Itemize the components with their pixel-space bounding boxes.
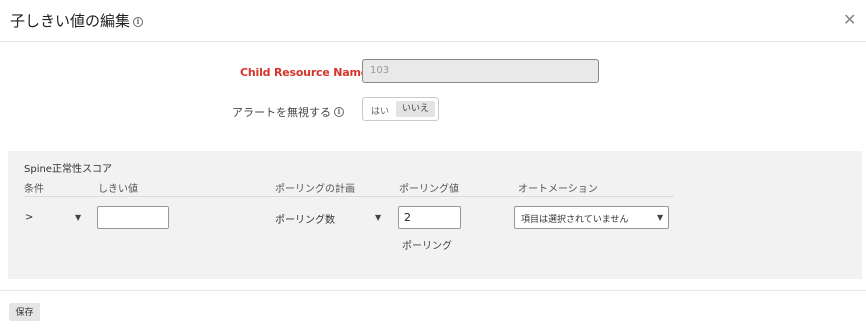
column-header-polling-plan: ポーリングの計画: [275, 184, 355, 195]
child-resource-input: 103: [362, 59, 599, 83]
save-button[interactable]: 保存: [9, 303, 40, 321]
polling-unit-label: ポーリング: [402, 241, 452, 252]
header-divider: [24, 196, 674, 197]
health-score-panel: Spine正常性スコア 条件 しきい値 ポーリングの計画 ポーリング値 オートメ…: [8, 151, 862, 279]
toggle-no-option[interactable]: いいえ: [396, 101, 435, 117]
chevron-down-icon[interactable]: ▼: [75, 213, 81, 222]
polling-plan-select[interactable]: ポーリング数: [275, 211, 335, 226]
ignore-alert-label: アラートを無視する i: [232, 104, 344, 120]
ignore-alert-label-text: アラートを無視する: [232, 106, 331, 119]
dialog-header: 子しきい値の編集 i ✕: [0, 0, 866, 42]
automation-select-value: 項目は選択されていません: [521, 215, 629, 225]
info-icon[interactable]: i: [334, 107, 344, 117]
close-icon[interactable]: ✕: [843, 10, 856, 29]
polling-value-input[interactable]: 2: [398, 206, 461, 229]
chevron-down-icon[interactable]: ▼: [657, 213, 663, 222]
column-header-condition: 条件: [24, 184, 44, 195]
info-icon[interactable]: i: [133, 17, 144, 27]
column-header-automation: オートメーション: [518, 184, 598, 195]
footer-divider: [0, 290, 866, 291]
column-header-threshold: しきい値: [98, 184, 138, 195]
toggle-yes-option[interactable]: はい: [371, 104, 389, 117]
dialog-title-text: 子しきい値の編集: [10, 12, 131, 30]
child-resource-label: Child Resource Name: [240, 66, 369, 79]
ignore-alert-toggle[interactable]: はい いいえ: [362, 97, 439, 121]
threshold-input[interactable]: [97, 206, 169, 229]
automation-select[interactable]: 項目は選択されていません ▼: [514, 206, 669, 229]
condition-select[interactable]: >: [25, 212, 33, 223]
dialog-title: 子しきい値の編集 i: [10, 10, 144, 31]
chevron-down-icon[interactable]: ▼: [375, 213, 381, 222]
column-header-polling-value: ポーリング値: [399, 184, 459, 195]
panel-title: Spine正常性スコア: [24, 164, 112, 175]
